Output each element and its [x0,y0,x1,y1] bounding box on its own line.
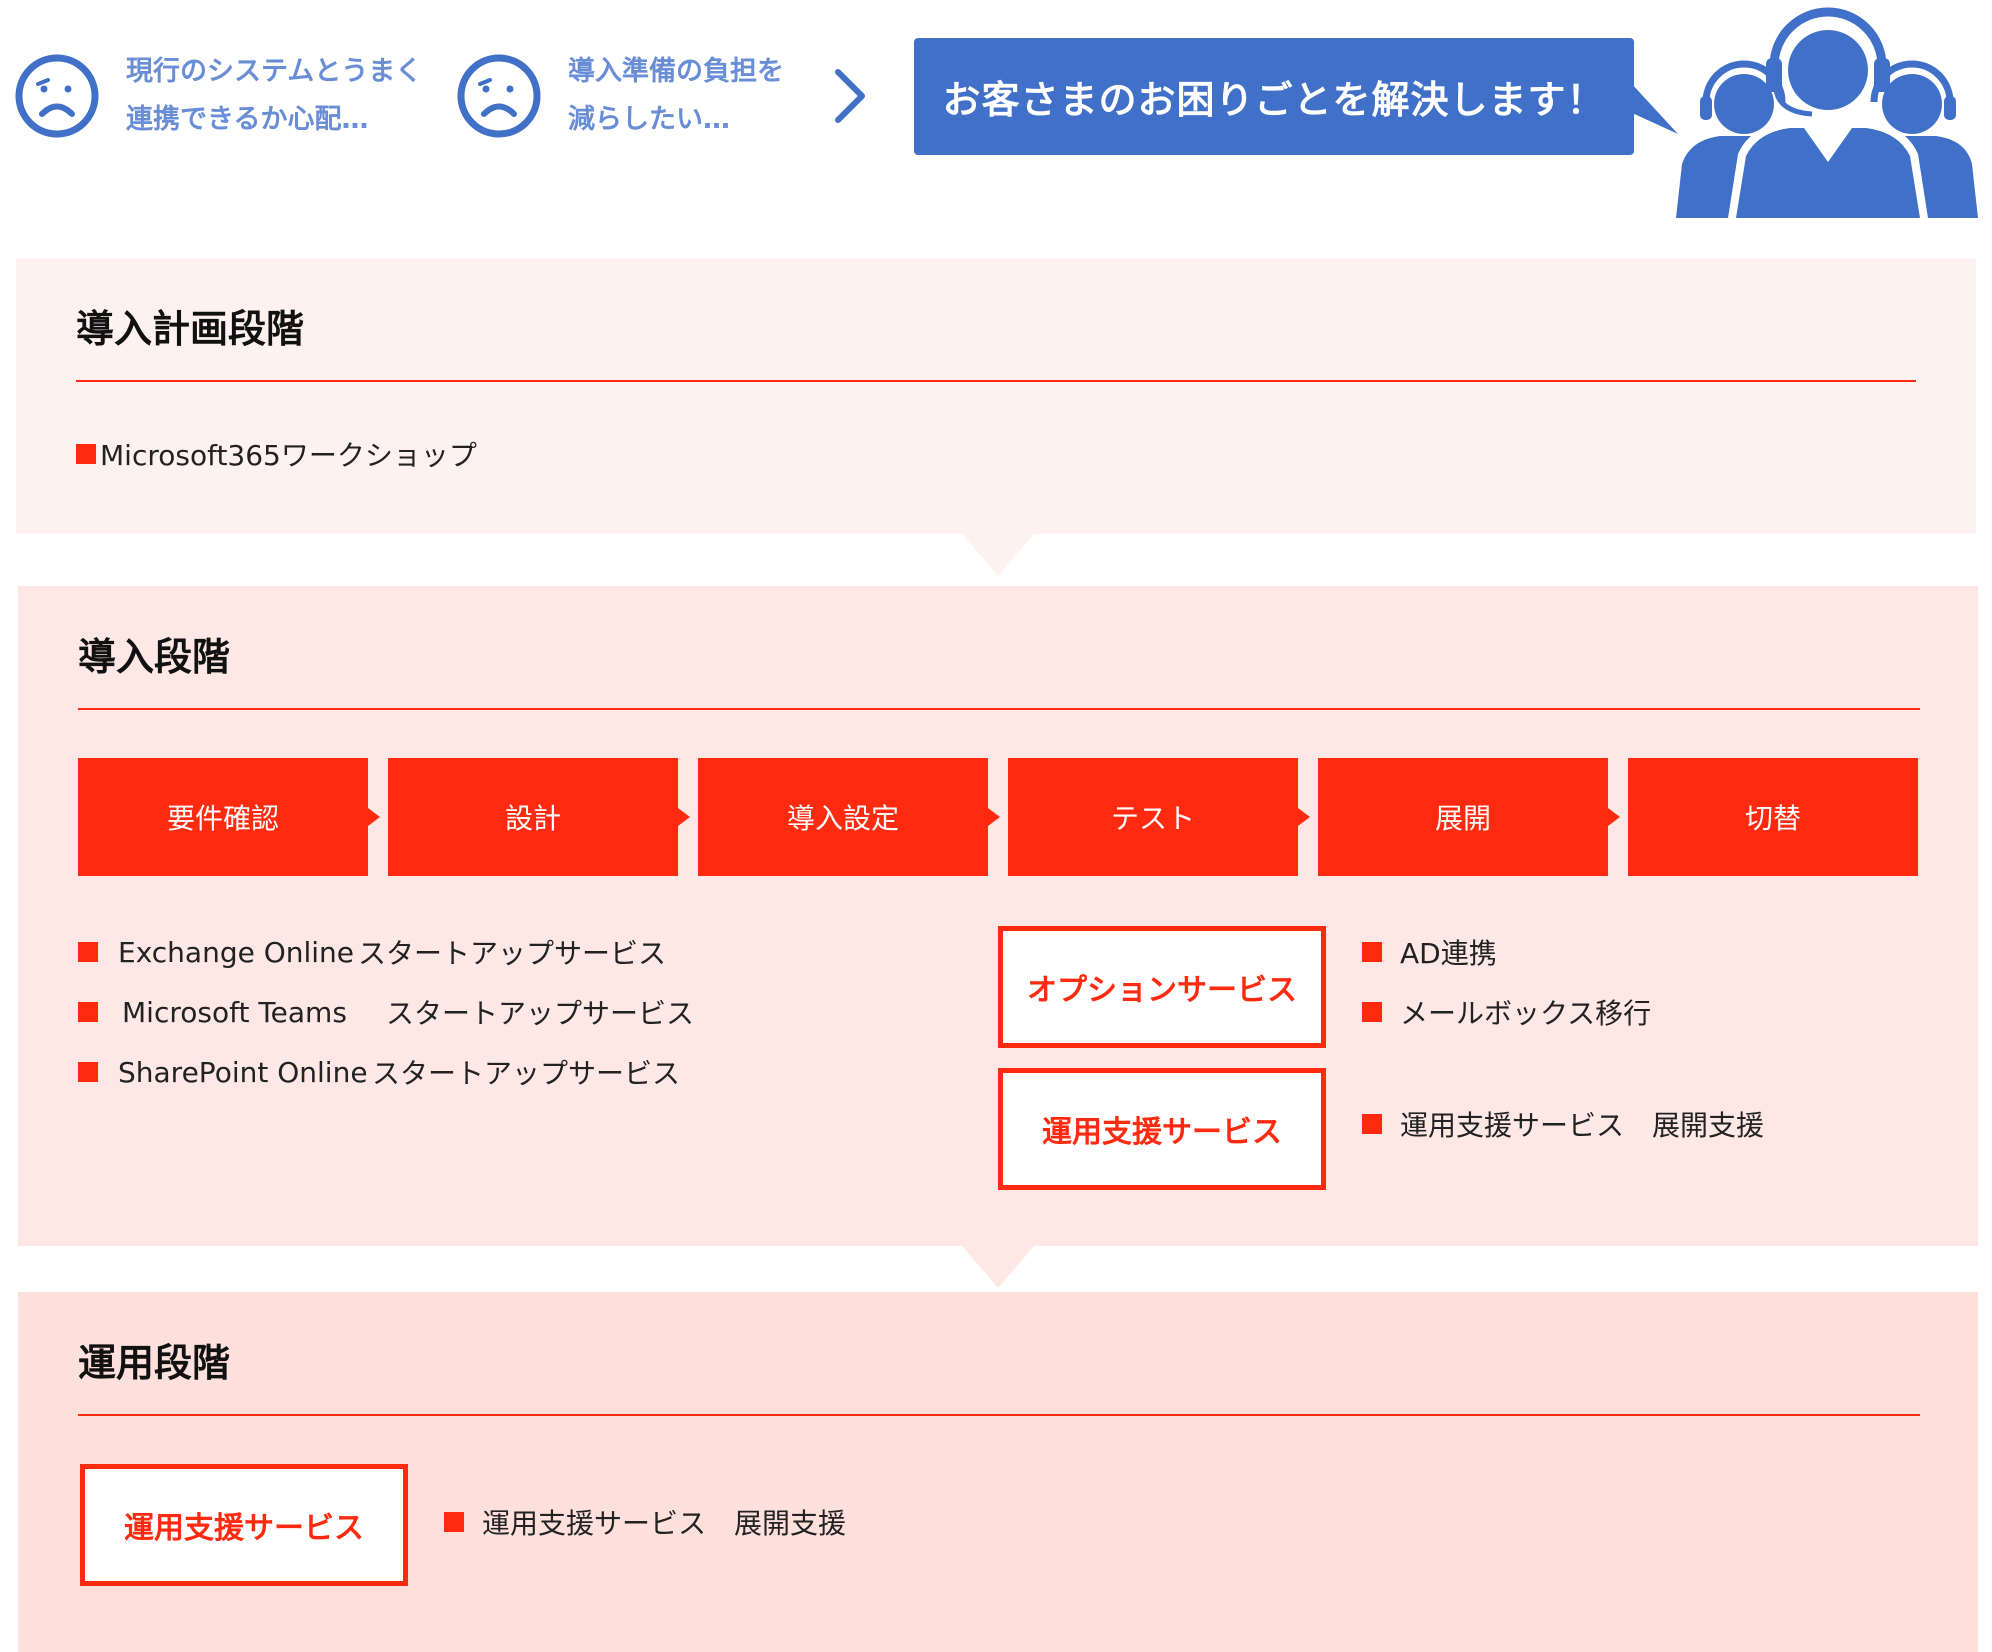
item-label: 運用支援サービス 展開支援 [1400,1109,1765,1142]
step-test: テスト [1008,758,1298,876]
section-divider [76,380,1916,382]
worry-item-integration: 現行のシステムとうまく 連携できるか心配… [14,48,422,144]
step-design: 設計 [388,758,678,876]
product-name: Exchange Online [118,935,355,969]
box-label: 運用支援サービス [1042,1115,1282,1150]
option-service-box: オプションサービス [998,926,1326,1048]
list-item-exchange: Exchange Online スタートアップサービス [78,932,666,972]
section-divider [78,1414,1920,1416]
step-arrow-icon [1298,808,1310,826]
step-label: テスト [1110,802,1195,835]
service-name: スタートアップサービス [386,997,695,1030]
list-item-mailbox-migration: メールボックス移行 [1362,992,1651,1032]
service-name: スタートアップサービス [358,937,667,970]
bullet-square-icon [78,1002,98,1022]
bullet-square-icon [444,1512,464,1532]
chevron-right-icon [835,69,865,123]
step-arrow-icon [988,808,1000,826]
bullet-square-icon [78,942,98,962]
worry-line: 減らしたい… [568,104,730,135]
step-label: 切替 [1744,802,1801,835]
service-name: スタートアップサービス [372,1057,681,1090]
list-item-ad-integration: AD連携 [1362,932,1497,972]
worry-text: 現行のシステムとうまく 連携できるか心配… [126,48,422,144]
bullet-square-icon [1362,1002,1382,1022]
item-label: 運用支援サービス 展開支援 [482,1507,847,1540]
box-label: 運用支援サービス [124,1511,364,1546]
step-setup: 導入設定 [698,758,988,876]
list-item-sharepoint: SharePoint Online スタートアップサービス [78,1052,680,1092]
stage-title: 導入段階 [78,635,231,679]
item-label: AD連携 [1400,937,1497,970]
step-label: 設計 [504,802,561,835]
support-service-box: 運用支援サービス [80,1464,408,1586]
step-arrow-icon [368,808,380,826]
item-label: Microsoft365ワークショップ [100,439,477,472]
list-item-support-deploy: 運用支援サービス 展開支援 [1362,1104,1764,1144]
bullet-square-icon [78,1062,98,1082]
bullet-square-icon [1362,1114,1382,1134]
section-divider [78,708,1920,710]
step-arrow-icon [678,808,690,826]
flow-arrow-down [962,1246,1034,1288]
list-item-workshop: Microsoft365ワークショップ [76,434,477,474]
product-name: Microsoft Teams [122,995,347,1029]
stage-title: 導入計画段階 [76,307,305,351]
stage-planning: 導入計画段階 Microsoft365ワークショップ [16,258,1976,534]
solution-message: お客さまのお困りごとを解決します！ [942,78,1606,122]
list-item-teams: Microsoft Teams スタートアップサービス [78,992,694,1032]
product-name: SharePoint Online [118,1055,368,1089]
step-requirements: 要件確認 [78,758,368,876]
step-switchover: 切替 [1628,758,1918,876]
solution-message-bubble: お客さまのお困りごとを解決します！ [914,38,1634,155]
item-label: メールボックス移行 [1400,997,1652,1030]
bullet-square-icon [1362,942,1382,962]
worry-item-preparation: 導入準備の負担を 減らしたい… [456,48,784,144]
step-label: 展開 [1434,802,1491,835]
step-arrow-icon [1608,808,1620,826]
stage-title: 運用段階 [78,1341,231,1385]
sad-face-icon [15,54,99,138]
box-label: オプションサービス [1027,973,1297,1008]
worry-line: 現行のシステムとうまく [126,56,423,87]
flow-arrow-down [962,534,1034,576]
sad-face-icon [457,54,541,138]
worry-line: 導入準備の負担を [568,56,784,87]
stage-implementation: 導入段階 要件確認 設計 導入設定 テスト 展開 切替 Exchange Onl… [18,586,1978,1246]
top-banner: 現行のシステムとうまく 連携できるか心配… 導入準備の負担を 減らしたい… お客… [0,0,1992,220]
step-label: 導入設定 [786,802,899,835]
step-label: 要件確認 [166,802,279,835]
speech-bubble-tail [1630,82,1678,134]
stage-operation: 運用段階 運用支援サービス 運用支援サービス 展開支援 [18,1292,1978,1652]
worry-text: 導入準備の負担を 減らしたい… [568,48,784,144]
bullet-square-icon [76,444,96,464]
worry-line: 連携できるか心配… [126,104,369,135]
process-steps: 要件確認 設計 導入設定 テスト 展開 切替 [78,758,1920,876]
step-deploy: 展開 [1318,758,1608,876]
list-item-support-deploy: 運用支援サービス 展開支援 [444,1502,846,1542]
support-service-box: 運用支援サービス [998,1068,1326,1190]
support-team-icon [1676,7,1978,218]
